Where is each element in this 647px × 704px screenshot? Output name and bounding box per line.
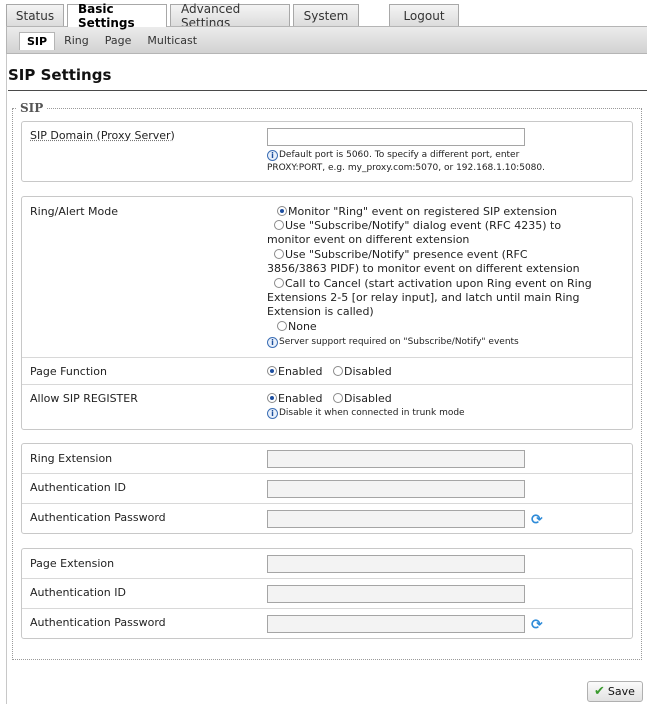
page-auth-password-input[interactable]: [267, 615, 525, 633]
sip-domain-label: SIP Domain (Proxy Server): [30, 129, 175, 142]
logout-button[interactable]: Logout: [389, 4, 459, 26]
page-auth-password-label: Authentication Password: [30, 616, 166, 629]
ring-alert-group: Ring/Alert Mode Monitor "Ring" event on …: [21, 196, 633, 430]
sip-domain-group: SIP Domain (Proxy Server) i Default port …: [21, 121, 633, 182]
allow-register-label: Allow SIP REGISTER: [30, 392, 138, 405]
ring-alert-label: Ring/Alert Mode: [30, 205, 119, 218]
radio-button[interactable]: [333, 366, 343, 376]
page-auth-id-label: Authentication ID: [30, 586, 126, 599]
ring-alert-option-1[interactable]: Monitor "Ring" event on registered SIP e…: [277, 205, 557, 219]
page-extension-label: Page Extension: [30, 557, 115, 570]
info-icon: i: [267, 150, 278, 161]
radio-button[interactable]: [274, 220, 284, 230]
tab-system[interactable]: System: [293, 4, 359, 26]
ring-alert-option-3[interactable]: Use "Subscribe/Notify" presence event (R…: [267, 248, 580, 276]
radio-button[interactable]: [277, 321, 287, 331]
checkmark-icon: ✔: [594, 684, 605, 699]
radio-button[interactable]: [267, 366, 277, 376]
tab-status[interactable]: Status: [6, 4, 64, 26]
ring-alert-option-5[interactable]: None: [277, 320, 317, 334]
ring-alert-note: i Server support required on "Subscribe/N…: [267, 336, 519, 349]
allow-register-note: i Disable it when connected in trunk mode: [267, 407, 465, 420]
radio-button[interactable]: [333, 393, 343, 403]
page-function-disabled[interactable]: Disabled: [333, 365, 392, 379]
refresh-icon[interactable]: ⟳: [531, 618, 545, 632]
tab-basic-settings[interactable]: Basic Settings: [67, 2, 167, 30]
ring-auth-password-row: Authentication Password ⟳: [22, 503, 632, 533]
subtab-multicast[interactable]: Multicast: [140, 32, 204, 50]
allow-register-row: Allow SIP REGISTER Enabled Disabled i Dis…: [22, 384, 632, 429]
sip-domain-note: i Default port is 5060. To specify a diff…: [267, 150, 545, 173]
ring-alert-option-4[interactable]: Call to Cancel (start activation upon Ri…: [267, 277, 592, 319]
info-icon: i: [267, 408, 278, 419]
title-divider: [8, 90, 647, 91]
refresh-icon[interactable]: ⟳: [531, 513, 545, 527]
subtab-ring[interactable]: Ring: [57, 32, 96, 50]
radio-button[interactable]: [267, 393, 277, 403]
subtab-sip[interactable]: SIP: [19, 32, 56, 50]
page-auth-id-row: Authentication ID: [22, 578, 632, 608]
page-title: SIP Settings: [8, 66, 112, 84]
sub-tab-bar: SIP Ring Page Multicast: [6, 26, 647, 54]
page-auth-password-row: Authentication Password ⟳: [22, 608, 632, 638]
ring-alert-option-2[interactable]: Use "Subscribe/Notify" dialog event (RFC…: [267, 219, 561, 247]
ring-auth-id-label: Authentication ID: [30, 481, 126, 494]
ring-auth-id-row: Authentication ID: [22, 473, 632, 503]
tab-advanced-settings[interactable]: Advanced Settings: [170, 2, 290, 30]
page-function-row: Page Function Enabled Disabled: [22, 357, 632, 384]
allow-register-enabled[interactable]: Enabled: [267, 392, 322, 406]
ring-extension-label: Ring Extension: [30, 452, 113, 465]
page-extension-group: Page Extension Authentication ID Authent…: [21, 548, 633, 639]
subtab-page[interactable]: Page: [98, 32, 139, 50]
page-extension-input[interactable]: [267, 555, 525, 573]
sip-domain-input[interactable]: [267, 128, 525, 146]
page-function-label: Page Function: [30, 365, 107, 378]
ring-extension-group: Ring Extension Authentication ID Authent…: [21, 443, 633, 534]
ring-auth-id-input[interactable]: [267, 480, 525, 498]
radio-button[interactable]: [274, 249, 284, 259]
page-function-enabled[interactable]: Enabled: [267, 365, 322, 379]
page-auth-id-input[interactable]: [267, 585, 525, 603]
ring-auth-password-label: Authentication Password: [30, 511, 166, 524]
ring-extension-input[interactable]: [267, 450, 525, 468]
ring-auth-password-input[interactable]: [267, 510, 525, 528]
info-icon: i: [267, 337, 278, 348]
save-button[interactable]: ✔ Save: [587, 681, 643, 702]
allow-register-disabled[interactable]: Disabled: [333, 392, 392, 406]
content-frame-border: [6, 54, 7, 704]
top-tab-bar: Status Basic Settings Advanced Settings …: [6, 2, 462, 30]
radio-button[interactable]: [274, 278, 284, 288]
fieldset-legend: SIP: [16, 101, 48, 115]
radio-button[interactable]: [277, 206, 287, 216]
